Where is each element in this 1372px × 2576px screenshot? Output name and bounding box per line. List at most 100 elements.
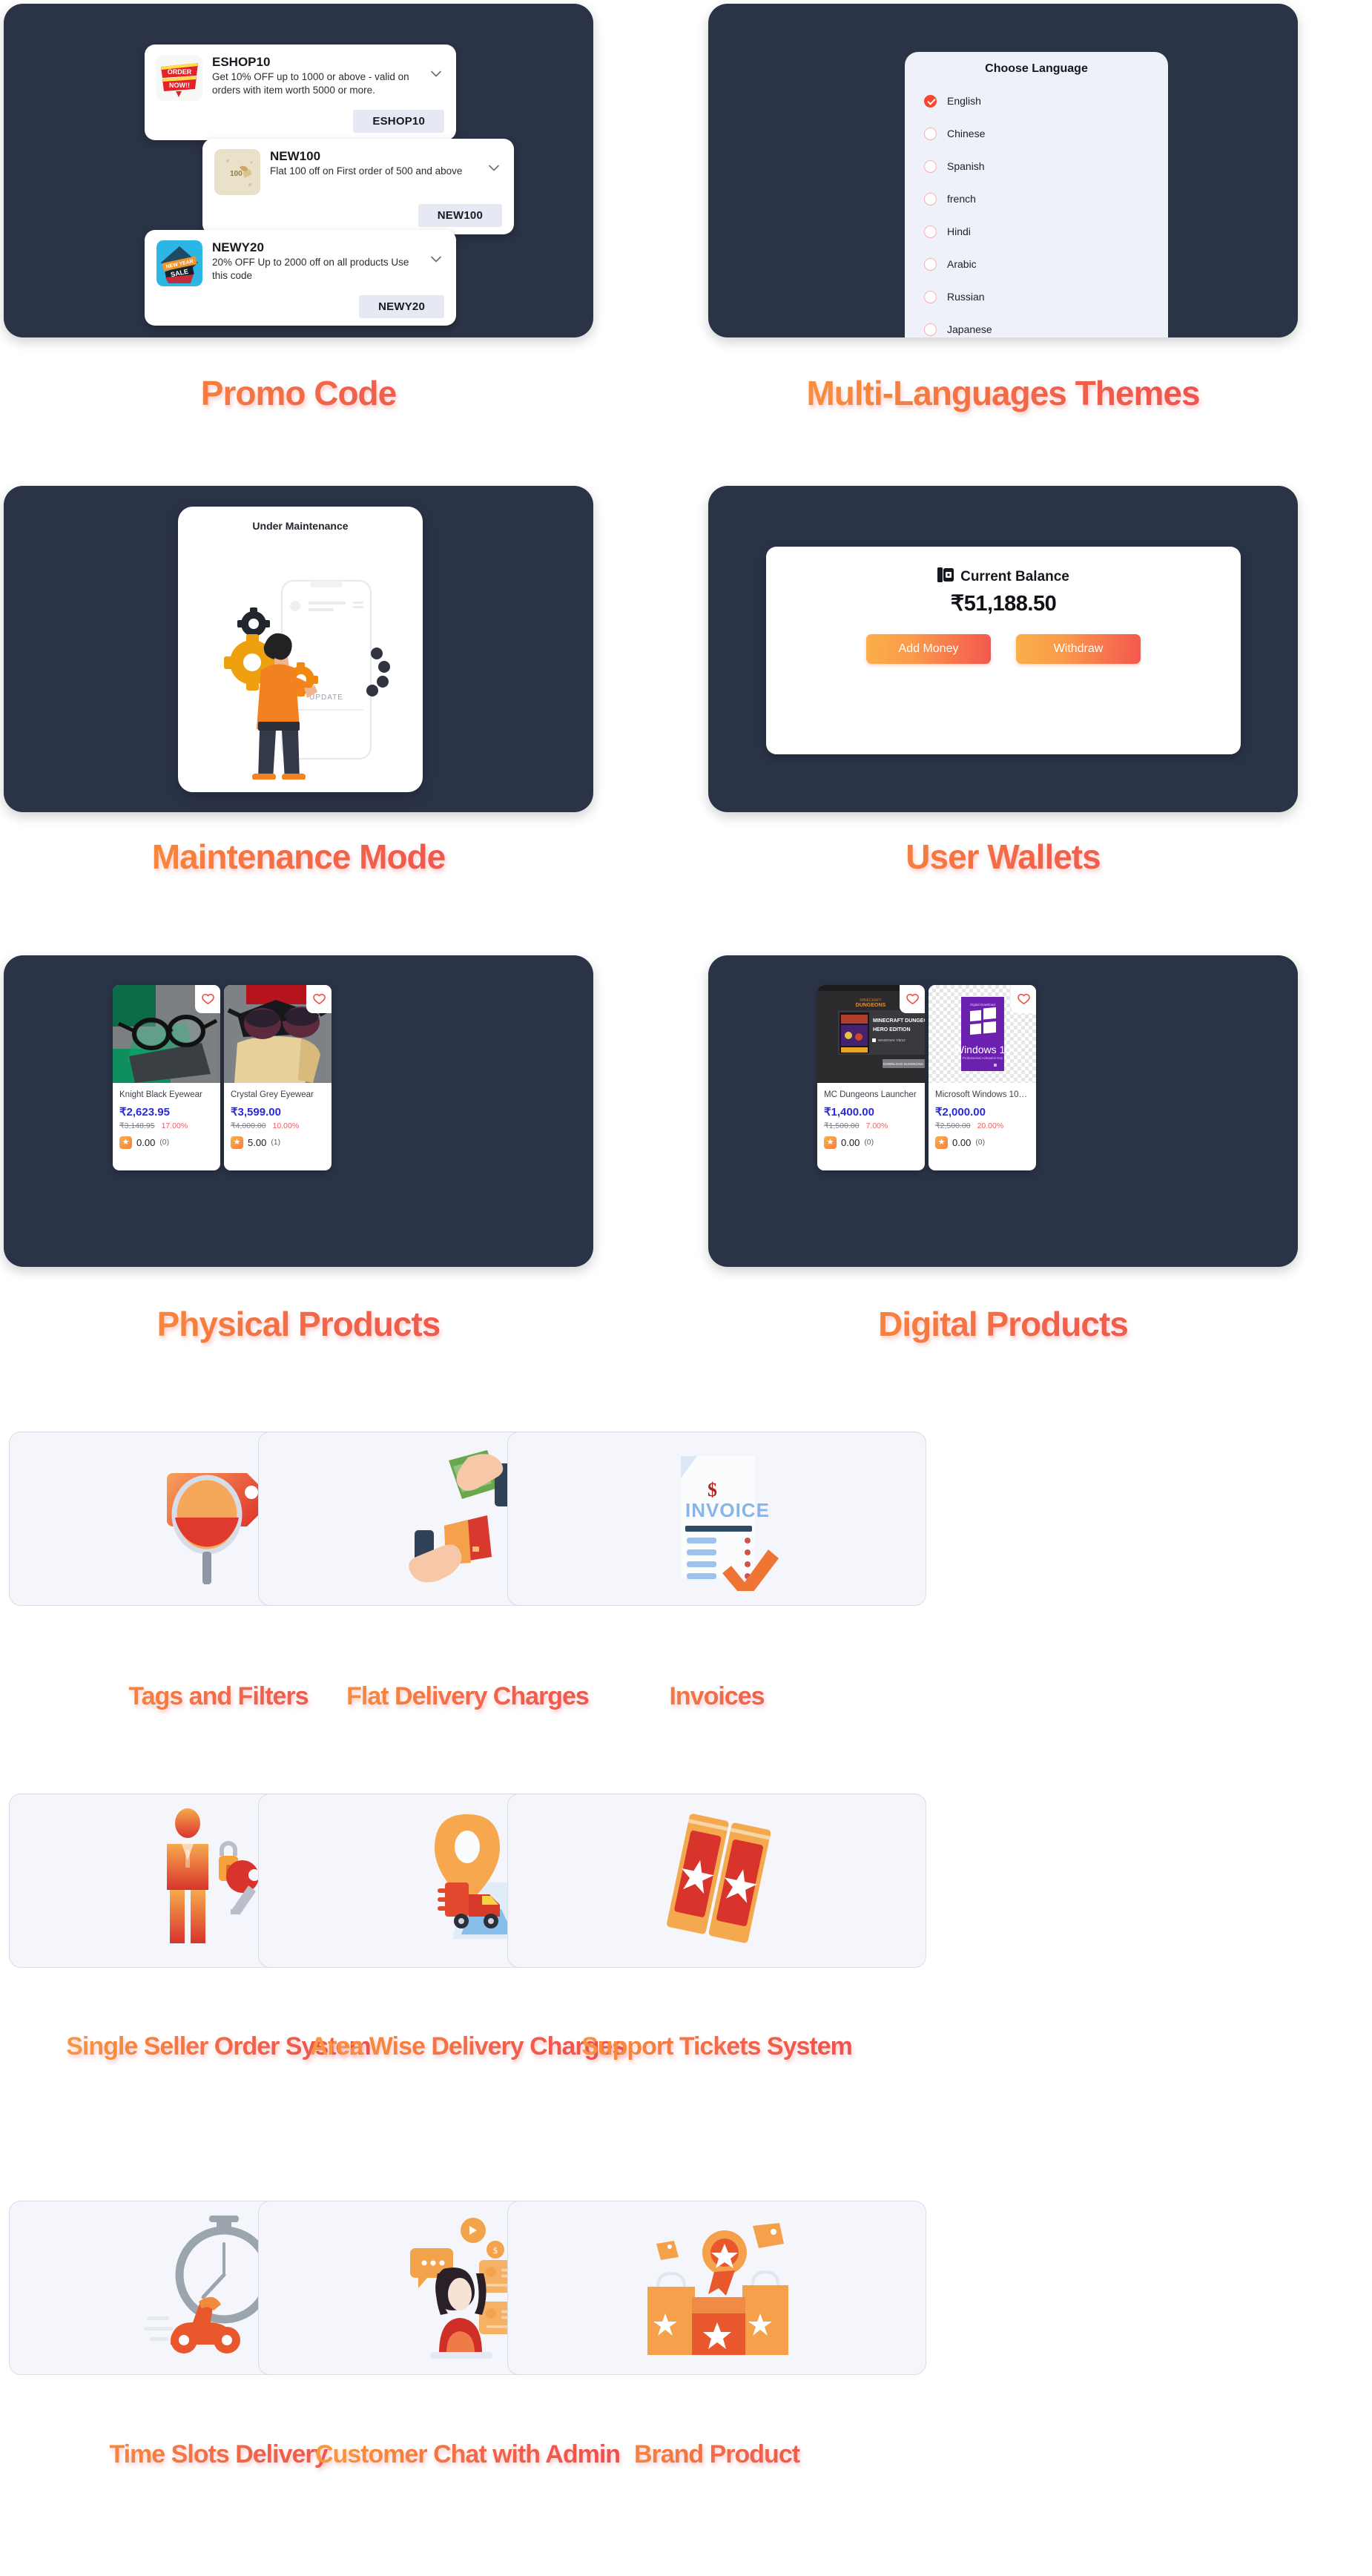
language-label: Spanish [947, 160, 985, 172]
panel-multi-languages-themes: Choose Language English Chinese Spanish … [708, 4, 1298, 337]
promo-code-pill[interactable]: NEW100 [418, 204, 502, 227]
wishlist-button[interactable] [306, 985, 332, 1013]
maintenance-screen-title: Under Maintenance [252, 520, 349, 532]
heart-icon [312, 993, 326, 1004]
wishlist-button[interactable] [195, 985, 220, 1013]
product-pricing-row: ₹1,500.00 7.00% [824, 1121, 918, 1130]
art-line3: WINDOWS 7/8/10 [878, 1038, 906, 1042]
chevron-down-icon[interactable] [428, 251, 444, 267]
radio-icon[interactable] [924, 192, 937, 205]
chevron-down-icon[interactable] [486, 159, 502, 176]
star-icon: ★ [824, 1136, 837, 1149]
language-option-arabic[interactable]: Arabic [905, 248, 1168, 280]
svg-text:DUNGEONS: DUNGEONS [856, 1003, 886, 1008]
promo-card[interactable]: 100 NEW100 Flat 100 off on First order o… [202, 139, 514, 234]
promo-card[interactable]: NEW YEAR SALE NEWY20 20% OFF Up to 2000 … [145, 230, 456, 326]
feature-showcase-page: ORDER NOW!! ESHOP10 Get 10% OFF up to 10… [0, 0, 1372, 2576]
product-card[interactable]: Digital Download Windows 10 Professional… [929, 985, 1036, 1170]
panel-promo-code: ORDER NOW!! ESHOP10 Get 10% OFF up to 10… [4, 4, 593, 337]
product-pricing-row: ₹3,148.95 17.00% [119, 1121, 214, 1130]
product-discount: 10.00% [272, 1121, 300, 1130]
radio-icon[interactable] [924, 323, 937, 336]
promo-code-pill[interactable]: ESHOP10 [353, 110, 444, 133]
wallet-header: Current Balance [766, 547, 1241, 586]
art-line3: Professional Activation Key [963, 1056, 1003, 1060]
promo-code-title: ESHOP10 [212, 55, 271, 69]
radio-icon[interactable] [924, 257, 937, 271]
product-card[interactable]: Crystal Grey Eyewear ₹3,599.00 ₹4,000.00… [224, 985, 332, 1170]
rating-value: 5.00 [248, 1136, 267, 1148]
balance-label: Current Balance [960, 568, 1069, 584]
promo-card[interactable]: ORDER NOW!! ESHOP10 Get 10% OFF up to 10… [145, 45, 456, 140]
radio-icon[interactable] [924, 225, 937, 238]
product-mrp: ₹2,500.00 [935, 1121, 971, 1130]
feature-card-invoices-inner: $ INVOICE [507, 1432, 926, 1606]
choose-language-dialog: Choose Language English Chinese Spanish … [905, 52, 1168, 337]
add-money-button[interactable]: Add Money [866, 634, 991, 664]
heart-icon [1017, 993, 1030, 1004]
withdraw-button[interactable]: Withdraw [1016, 634, 1141, 664]
radio-icon[interactable] [924, 159, 937, 173]
product-name: Crystal Grey Eyewear [231, 1090, 314, 1099]
language-option-hindi[interactable]: Hindi [905, 215, 1168, 248]
feature-label-brand-product: Brand Product [507, 2440, 926, 2468]
promo-code-pill[interactable]: NEWY20 [359, 295, 444, 318]
art-line2: Windows 10 [954, 1044, 1011, 1055]
language-label: Hindi [947, 225, 971, 237]
chevron-down-icon[interactable] [428, 65, 444, 82]
language-option-russian[interactable]: Russian [905, 280, 1168, 313]
support-tickets-icon [636, 1808, 799, 1953]
svg-text:NOW!!: NOW!! [169, 82, 190, 89]
language-label: french [947, 193, 976, 205]
maintenance-screen: Under Maintenance UPDATE [178, 507, 423, 792]
promo-code-title: NEW100 [270, 149, 321, 163]
product-price: ₹2,623.95 [119, 1105, 170, 1119]
star-icon: ★ [231, 1136, 243, 1149]
feature-label-invoices: Invoices [507, 1682, 926, 1710]
product-rating: ★ 0.00 (0) [935, 1136, 1029, 1149]
language-option-english[interactable]: English [905, 85, 1168, 117]
promo-card-text: ESHOP10 Get 10% OFF up to 1000 or above … [212, 55, 418, 97]
promo-code-title: NEWY20 [212, 240, 264, 254]
product-discount: 20.00% [977, 1121, 1004, 1130]
language-label: English [947, 95, 981, 107]
panel-physical-products: Knight Black Eyewear ₹2,623.95 ₹3,148.95… [4, 955, 593, 1267]
showcase-title-maintenance-mode: Maintenance Mode [4, 837, 593, 877]
svg-text:UPDATE: UPDATE [309, 694, 343, 702]
promo-description: Get 10% OFF up to 1000 or above - valid … [212, 71, 409, 96]
wishlist-button[interactable] [1011, 985, 1036, 1013]
radio-selected-icon[interactable] [924, 94, 937, 108]
language-label: Chinese [947, 128, 986, 139]
promo-card-footer: ESHOP10 [156, 110, 444, 133]
language-option-french[interactable]: french [905, 182, 1168, 215]
promo-card-text: NEW100 Flat 100 off on First order of 50… [270, 149, 476, 178]
language-option-chinese[interactable]: Chinese [905, 117, 1168, 150]
product-price: ₹3,599.00 [231, 1105, 281, 1119]
promo-description: 20% OFF Up to 2000 off on all products U… [212, 257, 409, 281]
product-card[interactable]: MINECRAFT DUNGEONS MINECRAFT DUNGEONS HE… [817, 985, 925, 1170]
panel-maintenance-mode: Under Maintenance UPDATE [4, 486, 593, 812]
radio-icon[interactable] [924, 290, 937, 303]
product-image [224, 985, 332, 1083]
product-card[interactable]: Knight Black Eyewear ₹2,623.95 ₹3,148.95… [113, 985, 220, 1170]
panel-digital-products: MINECRAFT DUNGEONS MINECRAFT DUNGEONS HE… [708, 955, 1298, 1267]
product-name: MC Dungeons Launcher [824, 1090, 917, 1099]
product-price: ₹2,000.00 [935, 1105, 986, 1119]
product-image [113, 985, 220, 1083]
radio-icon[interactable] [924, 127, 937, 140]
new-year-sale-thumb: NEW YEAR SALE [156, 240, 202, 286]
product-details: Crystal Grey Eyewear ₹3,599.00 ₹4,000.00… [224, 1083, 332, 1157]
language-option-spanish[interactable]: Spanish [905, 150, 1168, 182]
product-rating: ★ 0.00 (0) [119, 1136, 214, 1149]
svg-text:INVOICE: INVOICE [685, 1499, 770, 1521]
product-details: MC Dungeons Launcher ₹1,400.00 ₹1,500.00… [817, 1083, 925, 1157]
showcase-title-user-wallets: User Wallets [708, 837, 1298, 877]
wishlist-button[interactable] [900, 985, 925, 1013]
language-option-japanese[interactable]: Japanese [905, 313, 1168, 337]
product-discount: 7.00% [865, 1121, 888, 1130]
product-price: ₹1,400.00 [824, 1105, 874, 1119]
rating-count: (1) [271, 1138, 281, 1147]
feature-label-support-tickets-system: Support Tickets System [537, 2032, 897, 2061]
wallet-card: Current Balance ₹51,188.50 Add Money Wit… [766, 547, 1241, 754]
heart-icon [906, 993, 919, 1004]
